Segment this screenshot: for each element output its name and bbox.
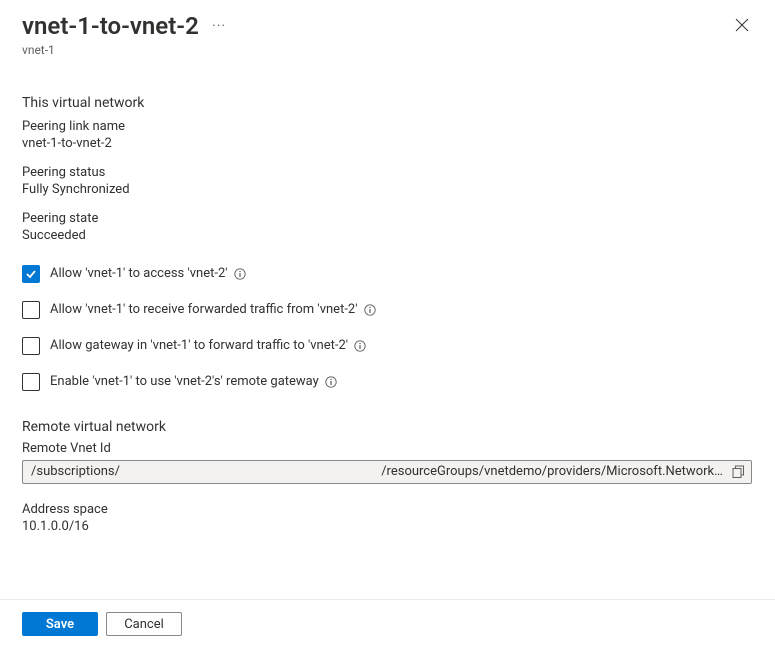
checkbox-allow-access-label: Allow 'vnet-1' to access 'vnet-2' — [50, 266, 228, 281]
checkbox-icon[interactable] — [22, 301, 40, 319]
remote-vnet-id-field: /subscriptions/ /resourceGroups/vnetdemo… — [22, 460, 752, 484]
peering-pane: vnet-1-to-vnet-2 ··· vnet-1 This virtual… — [0, 0, 775, 652]
info-icon[interactable] — [364, 304, 376, 316]
checkbox-allow-gateway-label: Allow gateway in 'vnet-1' to forward tra… — [50, 338, 348, 353]
peering-status-label: Peering status — [22, 165, 753, 180]
copy-icon[interactable] — [732, 465, 745, 478]
header: vnet-1-to-vnet-2 ··· vnet-1 — [22, 12, 753, 57]
checkbox-allow-forwarded[interactable]: Allow 'vnet-1' to receive forwarded traf… — [22, 301, 753, 319]
info-icon[interactable] — [354, 340, 366, 352]
more-icon[interactable]: ··· — [212, 18, 226, 34]
checkbox-allow-gateway[interactable]: Allow gateway in 'vnet-1' to forward tra… — [22, 337, 753, 355]
peering-state-value: Succeeded — [22, 228, 753, 243]
checkbox-use-remote-gateway-label: Enable 'vnet-1' to use 'vnet-2's' remote… — [50, 374, 319, 389]
peering-state-label: Peering state — [22, 211, 753, 226]
cancel-button[interactable]: Cancel — [106, 612, 182, 636]
remote-vnet-id-label: Remote Vnet Id — [22, 441, 753, 456]
address-space-value: 10.1.0.0/16 — [22, 519, 753, 534]
checkbox-use-remote-gateway[interactable]: Enable 'vnet-1' to use 'vnet-2's' remote… — [22, 373, 753, 391]
save-button[interactable]: Save — [22, 612, 98, 636]
section-remote-vnet: Remote virtual network Remote Vnet Id /s… — [22, 419, 753, 534]
page-subtitle: vnet-1 — [22, 43, 735, 57]
peering-link-name-label: Peering link name — [22, 119, 753, 134]
header-title-area: vnet-1-to-vnet-2 ··· vnet-1 — [22, 12, 735, 57]
checkbox-icon[interactable] — [22, 265, 40, 283]
address-space-label: Address space — [22, 502, 753, 517]
section-this-vnet-heading: This virtual network — [22, 95, 753, 111]
checkbox-icon[interactable] — [22, 373, 40, 391]
remote-vnet-id-value: /subscriptions/ /resourceGroups/vnetdemo… — [31, 464, 726, 479]
info-icon[interactable] — [325, 376, 337, 388]
close-icon[interactable] — [735, 18, 751, 34]
checkbox-allow-access[interactable]: Allow 'vnet-1' to access 'vnet-2' — [22, 265, 753, 283]
checkbox-icon[interactable] — [22, 337, 40, 355]
peering-link-name-value: vnet-1-to-vnet-2 — [22, 136, 753, 151]
info-icon[interactable] — [234, 268, 246, 280]
peering-status-value: Fully Synchronized — [22, 182, 753, 197]
footer: Save Cancel — [0, 599, 775, 652]
section-remote-vnet-heading: Remote virtual network — [22, 419, 753, 435]
page-title: vnet-1-to-vnet-2 — [22, 12, 199, 41]
checkbox-allow-forwarded-label: Allow 'vnet-1' to receive forwarded traf… — [50, 302, 358, 317]
